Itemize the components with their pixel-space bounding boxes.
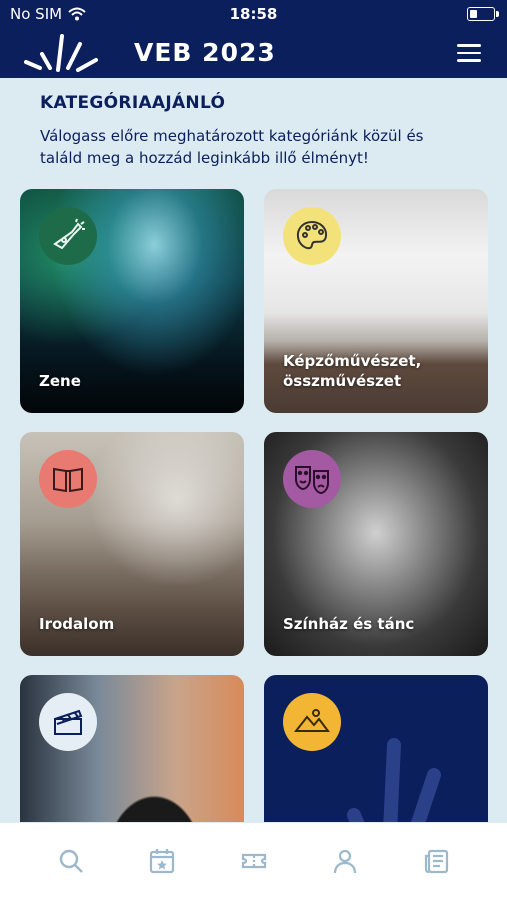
tab-tickets[interactable] bbox=[240, 847, 268, 875]
app-title: VEB 2023 bbox=[134, 38, 276, 67]
section-description: Válogass előre meghatározott kategóriánk… bbox=[40, 127, 424, 167]
tab-profile[interactable] bbox=[331, 847, 359, 875]
tab-search[interactable] bbox=[57, 847, 85, 875]
category-card-termeszet[interactable] bbox=[264, 675, 488, 822]
veb-logo-icon bbox=[24, 34, 98, 72]
calendar-star-icon bbox=[149, 849, 175, 874]
category-label: Irodalom bbox=[39, 615, 115, 633]
main-content: KATEGÓRIAAJÁNLÓ Válogass előre meghatáro… bbox=[0, 78, 507, 822]
ticket-icon bbox=[241, 853, 267, 869]
profile-icon bbox=[333, 849, 357, 874]
hamburger-menu-button[interactable] bbox=[457, 44, 481, 62]
theater-masks-icon bbox=[283, 450, 341, 508]
category-card-zene[interactable]: Zene bbox=[20, 189, 244, 413]
bottom-tab-bar bbox=[0, 822, 507, 901]
book-icon bbox=[39, 450, 97, 508]
category-card-film[interactable] bbox=[20, 675, 244, 822]
trumpet-icon bbox=[39, 207, 97, 265]
status-bar: No SIM 18:58 bbox=[0, 0, 507, 28]
battery-icon bbox=[467, 7, 499, 21]
category-card-szinhaz-es-tanc[interactable]: Színház és tánc bbox=[264, 432, 488, 656]
category-label: Színház és tánc bbox=[283, 615, 415, 633]
category-label: Zene bbox=[39, 372, 81, 390]
search-icon bbox=[59, 849, 83, 873]
app-header: VEB 2023 bbox=[0, 28, 507, 78]
category-card-kepzomuveszet[interactable]: Képzőművészet, összművészet bbox=[264, 189, 488, 413]
status-time: 18:58 bbox=[229, 5, 278, 23]
category-label: Képzőművészet, összművészet bbox=[283, 352, 422, 390]
category-card-irodalom[interactable]: Irodalom bbox=[20, 432, 244, 656]
section-title: KATEGÓRIAAJÁNLÓ bbox=[40, 93, 226, 113]
clapperboard-icon bbox=[39, 693, 97, 751]
palette-icon bbox=[283, 207, 341, 265]
mountains-icon bbox=[283, 693, 341, 751]
news-icon bbox=[424, 849, 449, 874]
tab-calendar[interactable] bbox=[148, 847, 176, 875]
tab-news[interactable] bbox=[423, 847, 451, 875]
